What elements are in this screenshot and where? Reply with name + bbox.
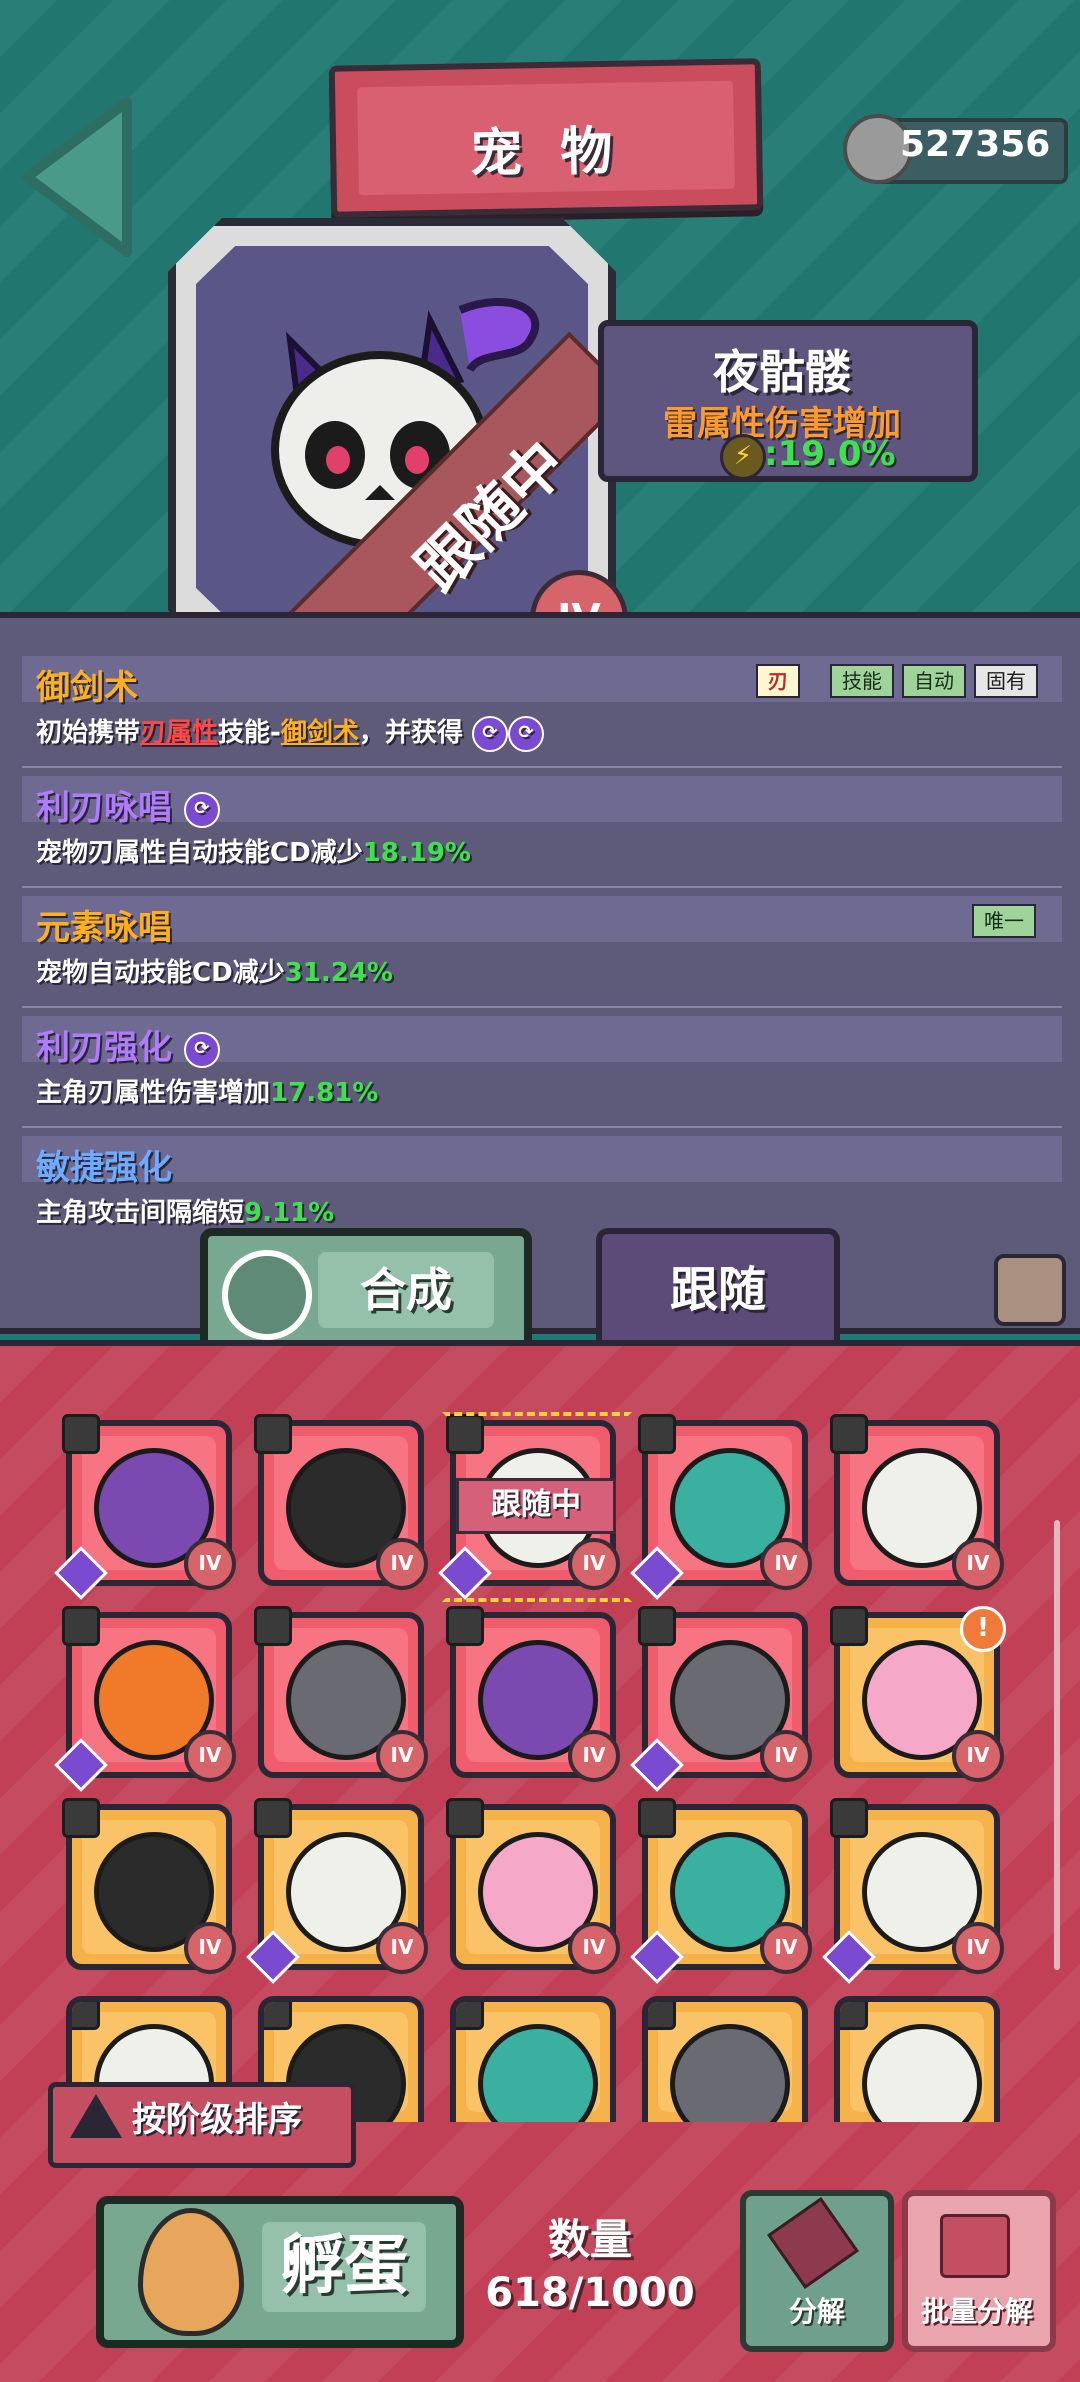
sort-label[interactable]: 按阶级排序 [132, 2092, 342, 2144]
skill-name: 御剑术 [36, 668, 138, 708]
rank-badge: IV [760, 1922, 812, 1974]
lock-icon [254, 1798, 292, 1838]
rank-badge: IV [184, 1730, 236, 1782]
skill-description: 宠物自动技能CD减少31.24% [36, 958, 393, 988]
pet-slot[interactable] [642, 1996, 808, 2122]
pet-slot[interactable]: IV 跟随中 [438, 1412, 632, 1602]
pet-attribute-label: 雷属性伤害增加 [663, 404, 901, 444]
skill-row: 利刃强化 ⟳ 主角刃属性伤害增加17.81% [22, 1016, 1062, 1128]
rank-badge: IV [376, 1730, 428, 1782]
skill-row: 元素咏唱 唯一 宠物自动技能CD减少31.24% [22, 896, 1062, 1008]
lock-icon [638, 1798, 676, 1838]
lock-icon [72, 2002, 100, 2030]
pet-slot[interactable]: IV [446, 1606, 620, 1782]
rank-badge: IV [184, 1538, 236, 1590]
skill-tag: 技能 [830, 664, 894, 698]
anvil-icon [940, 2214, 1010, 2278]
triangle-icon [70, 2094, 122, 2138]
lock-icon [638, 1606, 676, 1646]
lock-icon [830, 1606, 868, 1646]
rank-badge: IV [376, 1538, 428, 1590]
selection-frame [442, 1412, 632, 1602]
lock-icon [638, 1414, 676, 1454]
pet-slot[interactable]: IV [630, 1414, 812, 1600]
lock-icon[interactable] [994, 1254, 1066, 1326]
rank-badge: IV [952, 1730, 1004, 1782]
quantity-label: 数量 [547, 2215, 632, 2264]
lock-icon [830, 1798, 868, 1838]
pet-slot[interactable]: IV [254, 1606, 428, 1782]
coin-amount: 527356 [900, 124, 1051, 165]
lock-icon [62, 1798, 100, 1838]
pet-slot[interactable]: IV [246, 1798, 428, 1984]
rank-badge: IV [184, 1922, 236, 1974]
rank-badge: IV [952, 1538, 1004, 1590]
blade-rune-icon: ⟳ [471, 715, 508, 752]
skill-row: 利刃咏唱 ⟳ 宠物刃属性自动技能CD减少18.19% [22, 776, 1062, 888]
skill-tag: 自动 [902, 664, 966, 698]
pet-slot[interactable]: IV [630, 1798, 812, 1984]
skill-name: 利刃强化 ⟳ [36, 1020, 220, 1068]
pet-slot[interactable]: IV [254, 1414, 428, 1590]
pet-slot[interactable]: IV [446, 1798, 620, 1974]
rank-badge: IV [952, 1922, 1004, 1974]
blade-rune-icon: ⟳ [183, 791, 220, 828]
pet-slot[interactable]: IV [62, 1798, 236, 1974]
lock-icon [446, 1798, 484, 1838]
skill-row: 御剑术 刃 技能 自动 固有 初始携带刃属性技能-御剑术，并获得 ⟳ ⟳ [22, 656, 1062, 768]
pet-attribute-value: :19.0% [764, 434, 896, 474]
batch-decompose-label[interactable]: 批量分解 [898, 2290, 1056, 2330]
rank-badge: IV [760, 1538, 812, 1590]
hatch-label[interactable]: 孵蛋 [262, 2222, 426, 2312]
pet-slot[interactable]: IV [830, 1414, 1004, 1590]
pet-slot[interactable] [834, 1996, 1000, 2122]
pet-slot[interactable]: IV [54, 1414, 236, 1600]
rank-badge: IV [376, 1922, 428, 1974]
lock-icon [254, 1606, 292, 1646]
pet-slot[interactable]: IV! [830, 1606, 1006, 1782]
lock-icon [254, 1414, 292, 1454]
skill-description: 宠物刃属性自动技能CD减少18.19% [36, 838, 471, 868]
skill-row: 敏捷强化 主角攻击间隔缩短9.11% [22, 1136, 1062, 1246]
lightning-icon: ⚡ [720, 434, 766, 480]
back-arrow-icon[interactable] [12, 92, 142, 262]
scrollbar[interactable] [1054, 1520, 1060, 1970]
skill-description: 主角刃属性伤害增加17.81% [36, 1078, 379, 1108]
rank-badge: IV [760, 1730, 812, 1782]
skill-tag: 刃 [756, 664, 800, 698]
pet-slot[interactable]: IV [630, 1606, 812, 1792]
page-title: 宠 物 [469, 121, 623, 185]
synthesize-label[interactable]: 合成 [318, 1252, 494, 1328]
lock-icon [62, 1606, 100, 1646]
skill-description: 主角攻击间隔缩短9.11% [36, 1198, 335, 1228]
lock-icon [456, 2002, 484, 2030]
swirl-icon [222, 1250, 312, 1340]
pet-slot[interactable] [450, 1996, 616, 2122]
skill-description: 初始携带刃属性技能-御剑术，并获得 ⟳ ⟳ [36, 712, 544, 752]
lock-icon [648, 2002, 676, 2030]
blade-rune-icon: ⟳ [507, 715, 544, 752]
decompose-label[interactable]: 分解 [740, 2290, 894, 2330]
lock-icon [840, 2002, 868, 2030]
follow-button[interactable]: 跟随 [596, 1228, 840, 1356]
quantity-value: 618/1000 [485, 2270, 695, 2316]
lock-icon [264, 2002, 292, 2030]
lock-icon [62, 1414, 100, 1454]
alert-icon: ! [960, 1606, 1006, 1652]
pet-slot[interactable]: IV [822, 1798, 1004, 1984]
skill-name: 敏捷强化 [36, 1148, 172, 1188]
rank-badge: IV [568, 1730, 620, 1782]
blade-rune-icon: ⟳ [183, 1031, 220, 1068]
pet-slot[interactable]: IV [54, 1606, 236, 1792]
skill-name: 元素咏唱 [36, 908, 172, 948]
rank-badge: IV [568, 1922, 620, 1974]
title-banner: 宠 物 [328, 58, 764, 218]
pet-name: 夜骷髅 [713, 345, 851, 399]
skill-tag: 唯一 [972, 904, 1036, 938]
skill-tag: 固有 [974, 664, 1038, 698]
lock-icon [830, 1414, 868, 1454]
skill-name: 利刃咏唱 ⟳ [36, 780, 220, 828]
lock-icon [446, 1606, 484, 1646]
